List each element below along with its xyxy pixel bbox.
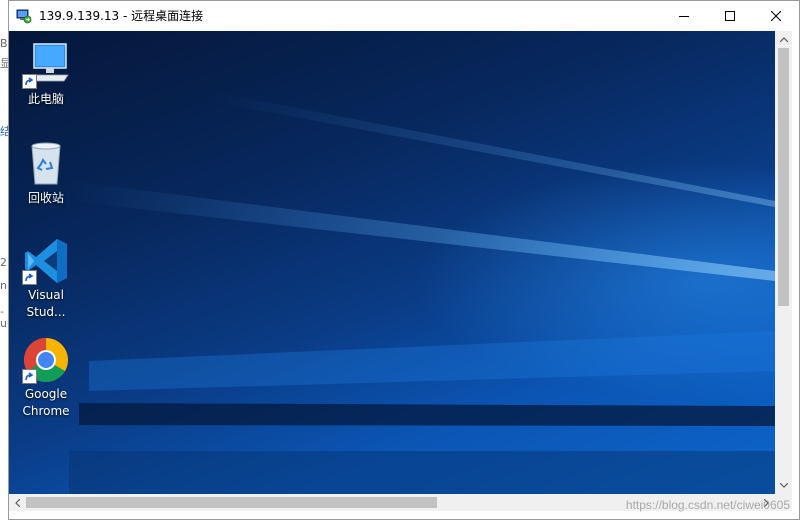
desktop-icon-google-chrome[interactable]: Google Chrome xyxy=(17,336,75,420)
scroll-left-button[interactable] xyxy=(9,494,26,511)
remote-desktop-window: 139.9.139.13 - 远程桌面连接 此电脑 回收站 Visual Stu… xyxy=(8,0,800,520)
maximize-button[interactable] xyxy=(707,1,753,31)
close-button[interactable] xyxy=(753,1,799,31)
horizontal-scroll-thumb[interactable] xyxy=(26,497,437,508)
desktop-icon-this-pc[interactable]: 此电脑 xyxy=(17,41,75,108)
minimize-button[interactable] xyxy=(661,1,707,31)
wallpaper-light-rays xyxy=(69,91,775,494)
scroll-down-button[interactable] xyxy=(775,477,792,494)
vertical-scrollbar[interactable] xyxy=(775,31,792,494)
minimize-icon xyxy=(679,16,689,17)
desktop-icon-label: 回收站 xyxy=(27,191,64,205)
desktop-icon-label: 此电脑 xyxy=(27,92,64,106)
background-text-fragment: 2 xyxy=(0,256,7,269)
vertical-scroll-thumb[interactable] xyxy=(778,48,789,306)
background-text-fragment: -u xyxy=(0,305,7,330)
watermark-text: https://blog.csdn.net/ciwei0605 xyxy=(625,498,790,512)
maximize-icon xyxy=(725,11,735,21)
desktop-icon-label: Visual Stud... xyxy=(26,288,66,319)
chevron-down-icon xyxy=(779,483,788,488)
recycle-bin-icon xyxy=(31,142,61,185)
remote-desktop-icon[interactable] xyxy=(16,8,32,24)
scroll-up-button[interactable] xyxy=(775,31,792,48)
desktop-icon-label: Google Chrome xyxy=(22,387,70,418)
shortcut-arrow-icon xyxy=(22,270,37,285)
close-icon xyxy=(771,11,781,21)
window-title: 139.9.139.13 - 远程桌面连接 xyxy=(39,9,204,23)
remote-desktop-view[interactable]: 此电脑 回收站 Visual Stud... Google Chrome xyxy=(9,31,775,494)
chevron-up-icon xyxy=(779,37,788,42)
desktop-icon-visual-studio-code[interactable]: Visual Stud... xyxy=(17,237,75,321)
shortcut-arrow-icon xyxy=(22,74,37,89)
chevron-left-icon xyxy=(15,498,20,507)
background-window-edge: B 显 结 2 nF -u xyxy=(0,0,13,520)
background-text-fragment: B xyxy=(0,37,8,50)
title-bar[interactable]: 139.9.139.13 - 远程桌面连接 xyxy=(9,1,799,31)
shortcut-arrow-icon xyxy=(22,369,37,384)
desktop-icon-recycle-bin[interactable]: 回收站 xyxy=(17,140,75,207)
